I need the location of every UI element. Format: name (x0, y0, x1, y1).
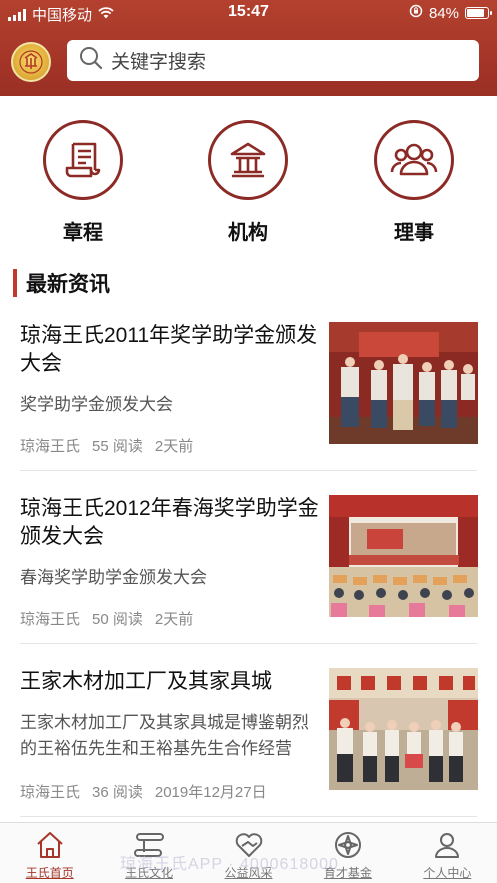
news-summary: 奖学助学金颁发大会 (20, 395, 173, 414)
search-box[interactable]: 关键字搜索 (67, 40, 479, 81)
status-right: 84% (409, 4, 492, 22)
news-source: 琼海王氏 (20, 784, 81, 801)
app-header: 中国移动 15:47 84% 关键字搜索 (0, 0, 497, 96)
tab-profile[interactable]: 个人中心 (398, 823, 497, 883)
scroll-icon (99, 830, 198, 860)
news-divider (20, 470, 477, 471)
news-title[interactable]: 琼海王氏2012年春海奖学助学金颁发大会 (20, 495, 320, 551)
tab-fund[interactable]: 育才基金 (298, 823, 397, 883)
clan-logo[interactable] (11, 42, 51, 82)
section-accent-bar (13, 269, 17, 297)
news-source: 琼海王氏 (20, 438, 81, 455)
news-divider (20, 816, 477, 817)
tab-label: 育才基金 (323, 866, 372, 880)
heart-hands-icon (199, 830, 298, 860)
news-time: 2天前 (154, 611, 194, 628)
search-input[interactable]: 关键字搜索 (111, 47, 206, 74)
news-meta: 琼海王氏 36 阅读 2019年12月27日 (20, 781, 267, 802)
news-source: 琼海王氏 (20, 611, 81, 628)
news-thumbnail[interactable] (329, 322, 478, 444)
quick-nav-directors[interactable]: 理事 (364, 120, 464, 245)
news-meta: 琼海王氏 50 阅读 2天前 (20, 608, 193, 629)
news-thumbnail[interactable] (329, 668, 478, 790)
news-divider (20, 643, 477, 644)
search-icon (79, 46, 103, 75)
tab-label: 公益风采 (224, 866, 273, 880)
tab-home[interactable]: 王氏首页 (0, 823, 99, 883)
document-icon (43, 120, 123, 200)
news-item[interactable]: 琼海王氏2011年奖学助学金颁发大会 奖学助学金颁发大会 琼海王氏 55 阅读 … (0, 322, 497, 495)
bottom-tab-bar: 王氏首页 王氏文化 公益风采 育才基金 个人中心 (0, 822, 497, 883)
news-summary: 王家木材加工厂及其家具城是博鉴朝烈的王裕伍先生和王裕基先生合作经营 (20, 713, 309, 758)
news-summary: 春海奖学助学金颁发大会 (20, 568, 207, 587)
news-reads: 50 阅读 (92, 611, 143, 628)
news-time: 2天前 (154, 438, 194, 455)
quick-nav: 章程 机构 理事 (0, 120, 497, 250)
news-reads: 36 阅读 (92, 784, 143, 801)
building-icon (208, 120, 288, 200)
people-icon (374, 120, 454, 200)
news-time: 2019年12月27日 (154, 784, 267, 801)
status-bar: 中国移动 15:47 84% (0, 0, 497, 26)
tab-label: 个人中心 (423, 866, 472, 880)
quick-nav-label: 章程 (63, 222, 103, 244)
news-title[interactable]: 琼海王氏2011年奖学助学金颁发大会 (20, 322, 320, 378)
tab-label: 王氏文化 (125, 866, 174, 880)
news-thumbnail[interactable] (329, 495, 478, 617)
tab-label: 王氏首页 (25, 866, 74, 880)
news-reads: 55 阅读 (92, 438, 143, 455)
tab-charity[interactable]: 公益风采 (199, 823, 298, 883)
compass-badge-icon (298, 830, 397, 860)
quick-nav-label: 机构 (228, 222, 268, 244)
orientation-lock-icon (409, 4, 423, 22)
quick-nav-organization[interactable]: 机构 (198, 120, 298, 245)
news-item[interactable]: 琼海王氏2012年春海奖学助学金颁发大会 春海奖学助学金颁发大会 琼海王氏 50… (0, 495, 497, 668)
home-icon (0, 830, 99, 860)
quick-nav-label: 理事 (394, 222, 434, 244)
quick-nav-charter[interactable]: 章程 (33, 120, 133, 245)
news-title[interactable]: 王家木材加工厂及其家具城 (20, 668, 320, 696)
section-title: 最新资讯 (26, 273, 110, 296)
tab-culture[interactable]: 王氏文化 (99, 823, 198, 883)
news-meta: 琼海王氏 55 阅读 2天前 (20, 435, 193, 456)
battery-percent: 84% (428, 4, 459, 22)
news-item[interactable]: 王家木材加工厂及其家具城 王家木材加工厂及其家具城是博鉴朝烈的王裕伍先生和王裕基… (0, 668, 497, 841)
battery-icon (465, 7, 492, 19)
section-header: 最新资讯 (13, 268, 110, 298)
user-icon (398, 830, 497, 860)
